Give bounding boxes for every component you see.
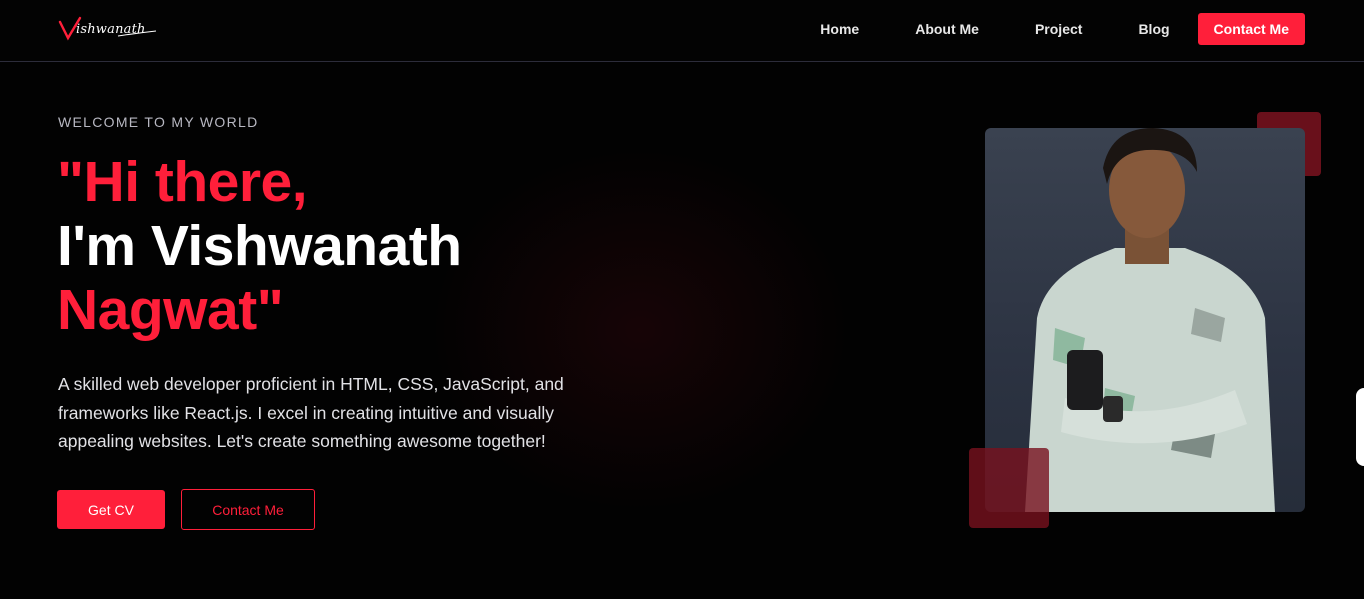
nav-links: Home About Me Project Blog Contact Me [820, 13, 1305, 45]
decorative-square-bottom [969, 448, 1049, 528]
logo[interactable]: ishwanath [58, 14, 158, 44]
hero-bio: A skilled web developer proficient in HT… [58, 374, 564, 451]
nav-home[interactable]: Home [820, 21, 859, 37]
nav-contact-button[interactable]: Contact Me [1197, 13, 1305, 45]
logo-text: ishwanath [76, 22, 146, 37]
hero-eyebrow: WELCOME TO MY WORLD [58, 114, 259, 130]
contact-me-button[interactable]: Contact Me [181, 489, 315, 530]
headline-line-3: Nagwat" [57, 278, 284, 342]
nav-project[interactable]: Project [1035, 21, 1082, 37]
nav-about-me[interactable]: About Me [915, 21, 979, 37]
nav-blog[interactable]: Blog [1138, 21, 1169, 37]
headline-line-2: I'm Vishwanath [57, 214, 462, 278]
side-widget-tab[interactable] [1356, 388, 1364, 466]
headline-line-1: "Hi there, [57, 150, 308, 214]
navbar: ishwanath Home About Me Project Blog Con… [0, 0, 1364, 62]
hero-headline: "Hi there, I'm Vishwanath Nagwat" [57, 150, 462, 342]
get-cv-button[interactable]: Get CV [57, 490, 165, 529]
